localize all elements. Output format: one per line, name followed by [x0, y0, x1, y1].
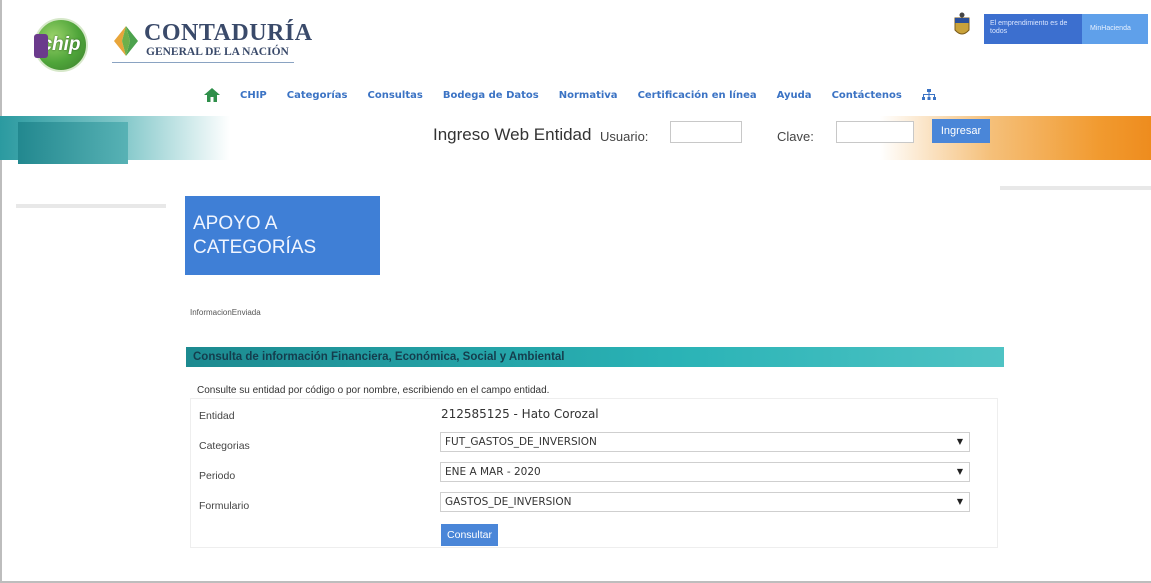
formulario-select[interactable]: GASTOS_DE_INVERSION ▼	[440, 492, 970, 512]
section-title-line1: APOYO A	[193, 213, 278, 234]
org-underline	[112, 62, 294, 63]
chip-logo-badge	[34, 34, 48, 58]
dropdown-arrow-icon: ▼	[956, 437, 963, 446]
contaduria-logo-icon	[114, 26, 138, 56]
gov-banner[interactable]: El emprendimiento es de todos MinHaciend…	[984, 14, 1148, 44]
gov-banner-slogan: El emprendimiento es de todos	[984, 14, 1082, 44]
login-bar-decoration	[18, 122, 128, 164]
breadcrumb: InformacionEnviada	[190, 308, 261, 317]
consulta-header: Consulta de información Financiera, Econ…	[186, 347, 1004, 367]
gov-banner-ministry: MinHacienda	[1082, 14, 1148, 44]
login-title: Ingreso Web Entidad	[433, 125, 592, 144]
org-subtitle: GENERAL DE LA NACIÓN	[146, 46, 289, 58]
user-label: Usuario:	[600, 129, 649, 144]
periodo-label: Periodo	[199, 470, 236, 482]
categorias-select[interactable]: FUT_GASTOS_DE_INVERSION ▼	[440, 432, 970, 452]
entidad-field[interactable]: 212585125 - Hato Corozal	[441, 407, 599, 421]
user-input[interactable]	[670, 121, 742, 143]
nav-item-contactenos[interactable]: Contáctenos	[832, 90, 902, 101]
login-submit-button[interactable]: Ingresar	[932, 119, 990, 143]
dropdown-arrow-icon: ▼	[956, 497, 963, 506]
org-title: CONTADURÍA	[144, 20, 313, 46]
consulta-help-text: Consulte su entidad por código o por nom…	[197, 385, 550, 396]
section-title-line2: CATEGORÍAS	[193, 237, 317, 258]
nav-item-bodega-de-datos[interactable]: Bodega de Datos	[443, 90, 539, 101]
chip-logo[interactable]: chip	[34, 18, 88, 72]
categorias-selected-value: FUT_GASTOS_DE_INVERSION	[445, 436, 597, 448]
sitemap-icon[interactable]	[921, 89, 936, 101]
password-input[interactable]	[836, 121, 914, 143]
nav-item-chip[interactable]: CHIP	[240, 90, 267, 101]
main-nav: CHIP Categorías Consultas Bodega de Dato…	[204, 86, 936, 104]
coat-of-arms-icon	[954, 12, 970, 35]
home-icon[interactable]	[204, 88, 220, 102]
dropdown-arrow-icon: ▼	[956, 467, 963, 476]
categorias-label: Categorias	[199, 440, 250, 452]
nav-item-certificacion[interactable]: Certificación en línea	[638, 90, 757, 101]
nav-item-categorias[interactable]: Categorías	[287, 90, 348, 101]
periodo-selected-value: ENE A MAR - 2020	[445, 466, 541, 478]
formulario-selected-value: GASTOS_DE_INVERSION	[445, 496, 572, 508]
nav-item-ayuda[interactable]: Ayuda	[777, 90, 812, 101]
consultar-button[interactable]: Consultar	[441, 524, 498, 546]
entidad-label: Entidad	[199, 410, 235, 422]
formulario-label: Formulario	[199, 500, 250, 512]
periodo-select[interactable]: ENE A MAR - 2020 ▼	[440, 462, 970, 482]
decorative-line	[16, 204, 166, 208]
nav-item-consultas[interactable]: Consultas	[368, 90, 423, 101]
nav-item-normativa[interactable]: Normativa	[559, 90, 618, 101]
password-label: Clave:	[777, 129, 814, 144]
section-title-box: APOYO A CATEGORÍAS	[185, 196, 380, 275]
decorative-line	[1000, 186, 1151, 190]
